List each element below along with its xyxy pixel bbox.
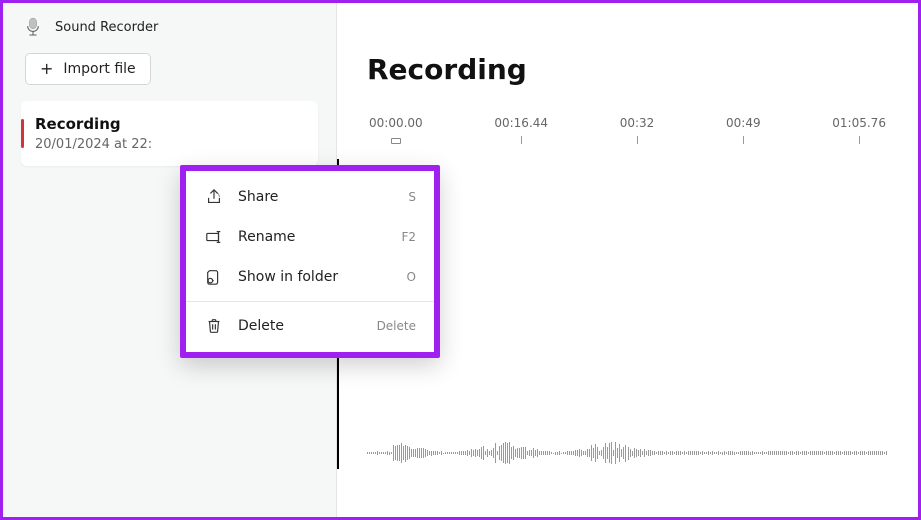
menu-shortcut: O	[407, 270, 416, 284]
recording-item-subtitle: 20/01/2024 at 22:	[35, 137, 302, 152]
app-title: Sound Recorder	[55, 20, 158, 35]
time-tick: 01:05.76	[832, 116, 886, 144]
selection-accent	[21, 119, 24, 148]
time-tick: 00:32	[620, 116, 655, 144]
menu-item-delete[interactable]: Delete Delete	[186, 306, 434, 346]
folder-icon	[204, 267, 224, 287]
waveform[interactable]	[367, 433, 888, 473]
menu-label: Delete	[238, 318, 377, 334]
app-header: Sound Recorder	[3, 13, 336, 53]
menu-item-share[interactable]: Share S	[186, 177, 434, 217]
time-tick: 00:49	[726, 116, 761, 144]
menu-shortcut: F2	[401, 230, 416, 244]
plus-icon: +	[40, 61, 53, 77]
menu-label: Share	[238, 189, 408, 205]
microphone-icon	[25, 17, 43, 37]
rename-icon	[204, 227, 224, 247]
menu-item-show-in-folder[interactable]: Show in folder O	[186, 257, 434, 297]
menu-label: Show in folder	[238, 269, 407, 285]
page-title: Recording	[367, 53, 888, 86]
time-ruler: 00:00.00 00:16.44 00:32 00:49 01:05.76	[367, 116, 888, 144]
menu-label: Rename	[238, 229, 401, 245]
context-menu: Share S Rename F2 Show in folder O	[180, 165, 440, 358]
menu-item-rename[interactable]: Rename F2	[186, 217, 434, 257]
share-icon	[204, 187, 224, 207]
timeline[interactable]: 00:00.00 00:16.44 00:32 00:49 01:05.76	[367, 116, 888, 144]
menu-separator	[186, 301, 434, 302]
import-label: Import file	[63, 61, 135, 77]
time-tick: 00:16.44	[494, 116, 548, 144]
trash-icon	[204, 316, 224, 336]
recording-list-item[interactable]: Recording 20/01/2024 at 22:	[21, 101, 318, 166]
menu-shortcut: S	[408, 190, 416, 204]
recording-item-title: Recording	[35, 115, 302, 133]
menu-shortcut: Delete	[377, 319, 416, 333]
import-file-button[interactable]: + Import file	[25, 53, 151, 85]
time-tick: 00:00.00	[369, 116, 423, 144]
